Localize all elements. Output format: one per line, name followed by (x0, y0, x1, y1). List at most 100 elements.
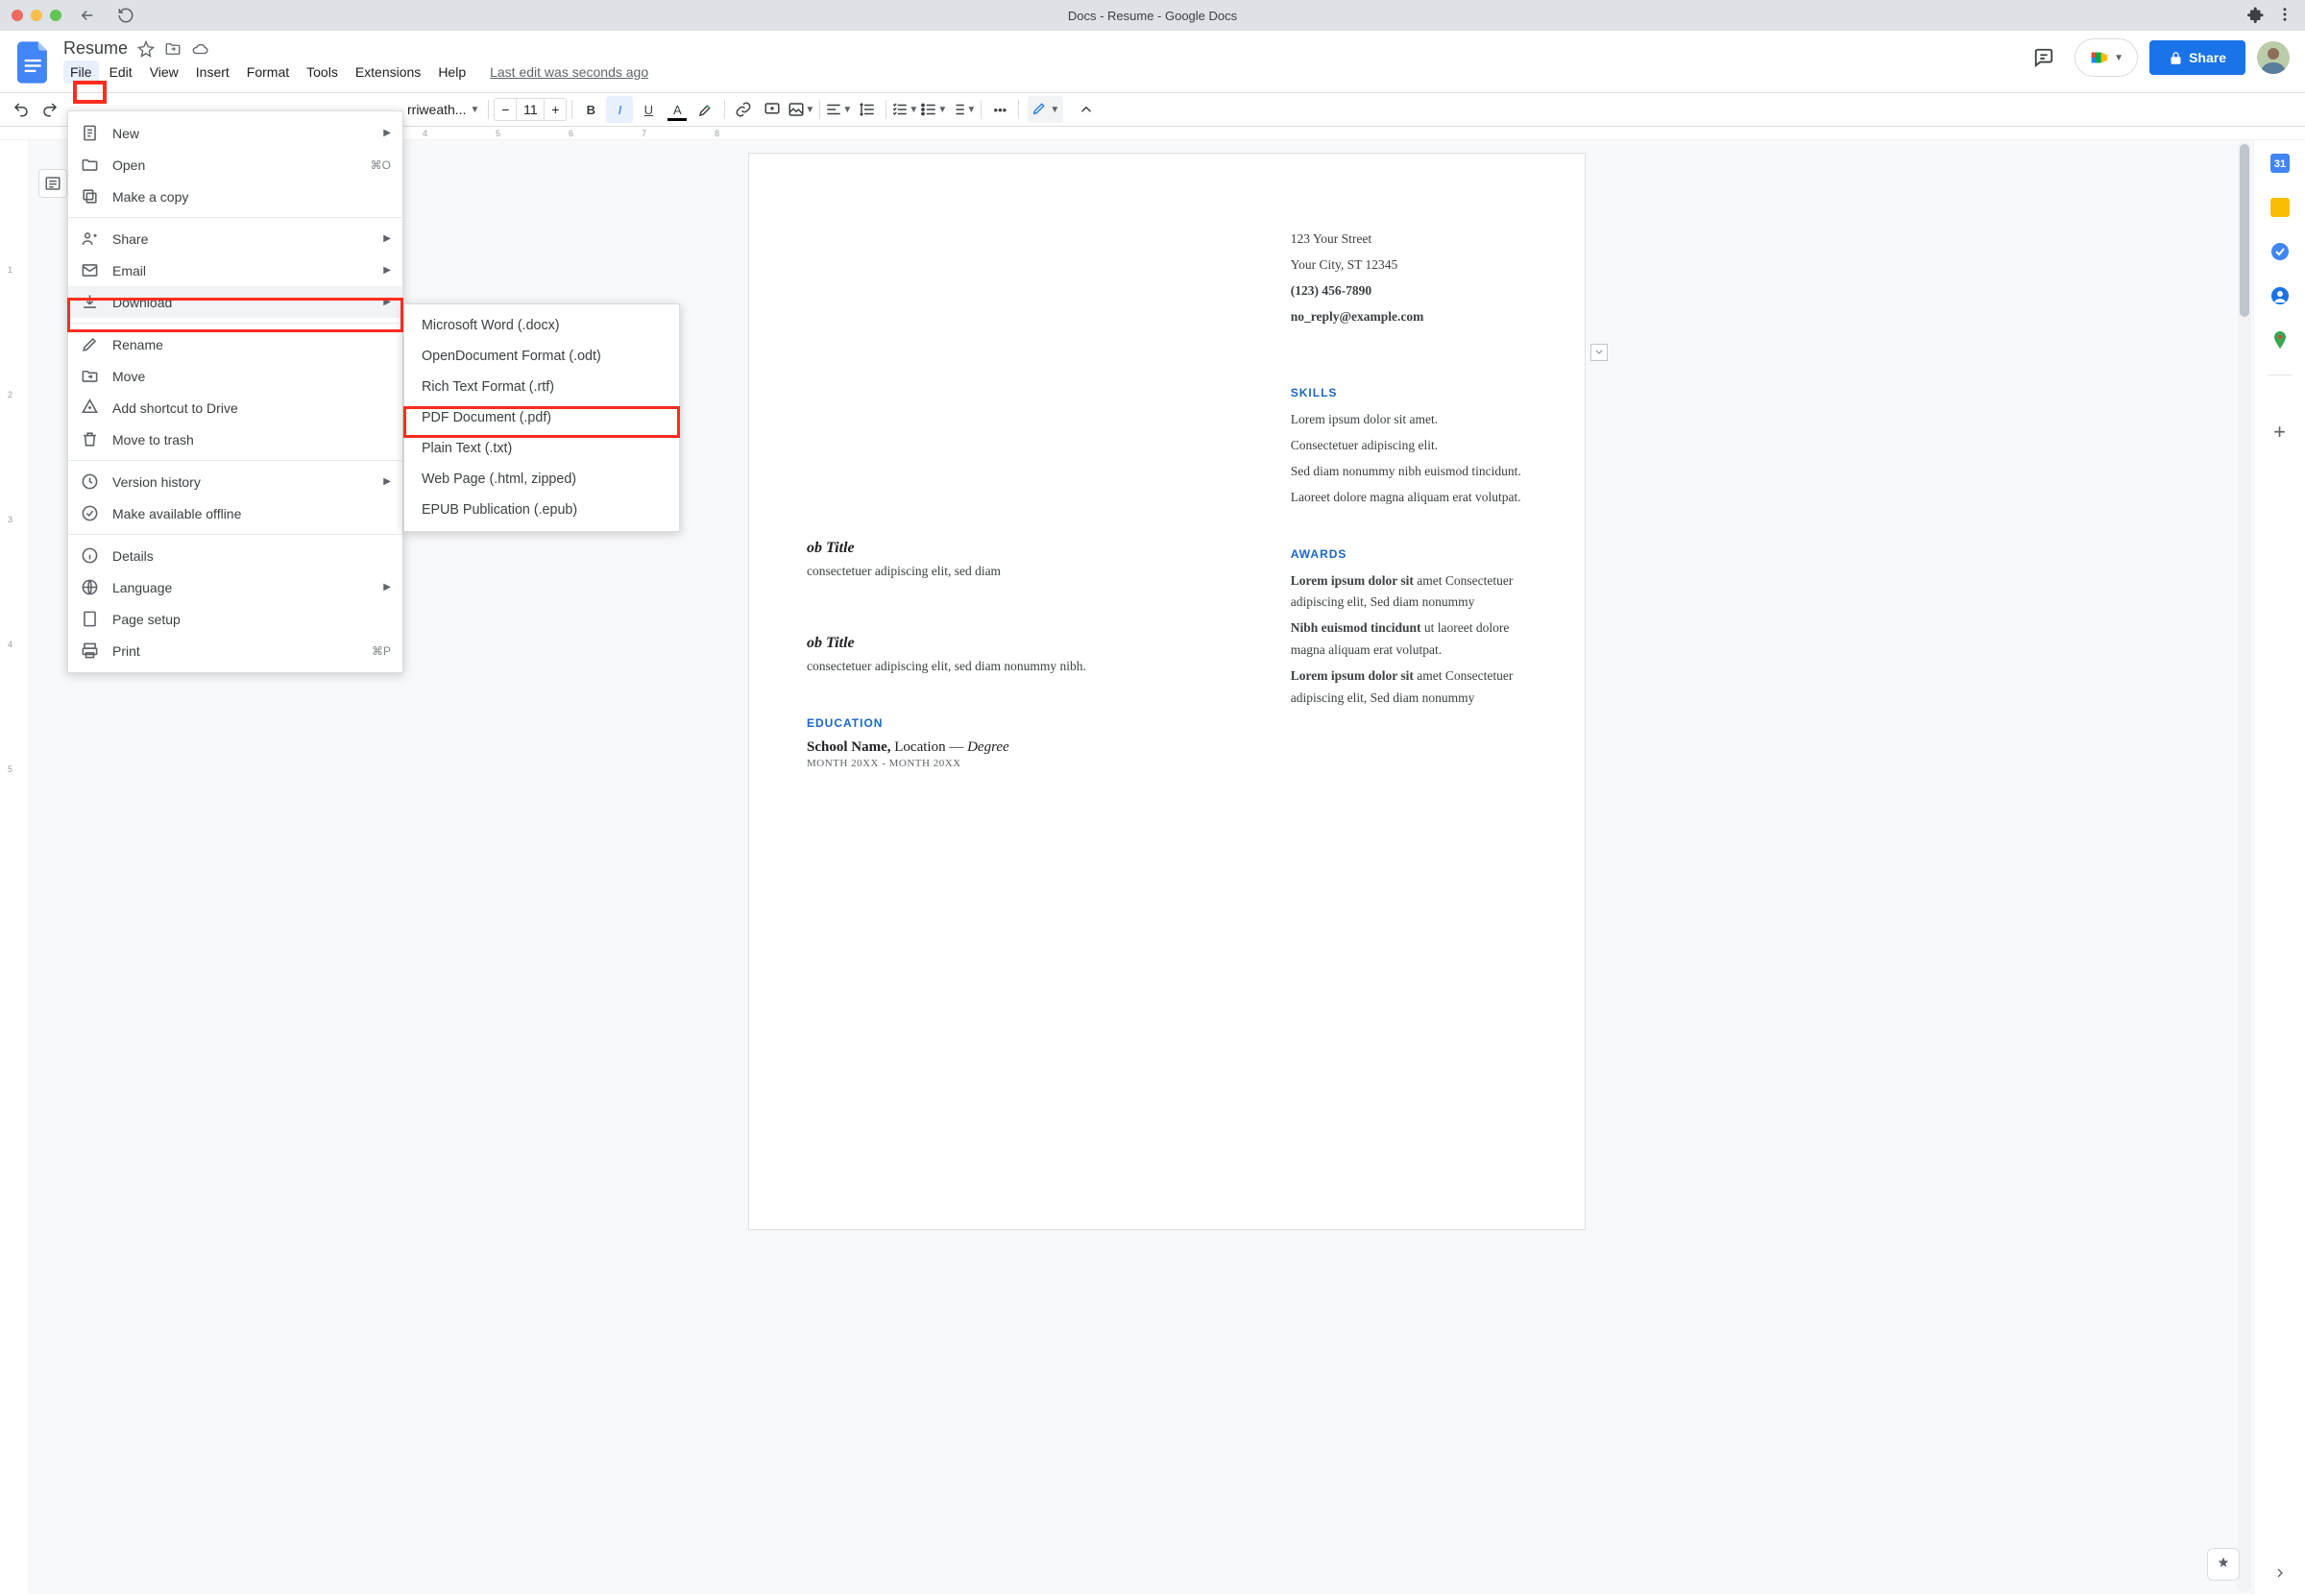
move-folder-icon[interactable] (164, 40, 182, 58)
font-size-increase[interactable]: + (545, 102, 566, 117)
share-person-icon (80, 230, 99, 248)
download-epub[interactable]: EPUB Publication (.epub) (404, 495, 679, 525)
file-menu-print[interactable]: Print⌘P (68, 635, 402, 666)
browser-back-button[interactable] (75, 3, 100, 28)
file-menu-offline[interactable]: Make available offline (68, 497, 402, 529)
email-icon (80, 261, 99, 279)
file-menu-trash[interactable]: Move to trash (68, 423, 402, 455)
document-icon (80, 124, 99, 142)
contact-email: no_reply@example.com (1291, 306, 1527, 328)
file-menu-page-setup[interactable]: Page setup (68, 603, 402, 635)
download-html[interactable]: Web Page (.html, zipped) (404, 464, 679, 495)
chevron-down-icon: ▼ (2114, 53, 2123, 63)
contacts-icon[interactable] (2270, 286, 2290, 305)
download-txt[interactable]: Plain Text (.txt) (404, 433, 679, 464)
collapse-toolbar-button[interactable] (1073, 96, 1100, 123)
text-color-button[interactable]: A (664, 96, 691, 123)
hide-side-panel-button[interactable] (2270, 1563, 2290, 1583)
browser-reload-button[interactable] (113, 3, 138, 28)
file-menu-open[interactable]: Open⌘O (68, 149, 402, 181)
file-menu-version-history[interactable]: Version history▶ (68, 466, 402, 497)
redo-button[interactable] (36, 96, 63, 123)
file-menu-share[interactable]: Share▶ (68, 223, 402, 254)
file-menu-new[interactable]: New▶ (68, 117, 402, 149)
highlight-button[interactable] (692, 96, 719, 123)
font-size-control: − 11 + (494, 98, 567, 121)
menubar: File Edit View Insert Format Tools Exten… (63, 60, 2013, 84)
line-spacing-button[interactable] (854, 96, 881, 123)
document-page[interactable]: ob Title consectetuer adipiscing elit, s… (749, 154, 1585, 1229)
undo-button[interactable] (8, 96, 35, 123)
job-title-text: ob Title (807, 635, 1237, 652)
explore-button[interactable] (2207, 1548, 2240, 1581)
numbered-list-button[interactable]: ▼ (949, 96, 976, 123)
menu-tools[interactable]: Tools (300, 60, 345, 84)
tab-stop-control[interactable] (1590, 344, 1608, 361)
print-icon (80, 641, 99, 660)
file-menu-email[interactable]: Email▶ (68, 254, 402, 286)
calendar-icon[interactable]: 31 (2270, 154, 2290, 173)
education-line: School Name, Location — Degree (807, 739, 1237, 756)
add-on-button[interactable]: + (2273, 420, 2286, 445)
scrollbar[interactable] (2238, 142, 2251, 1592)
contact-address: 123 Your Street (1291, 229, 1527, 251)
font-size-decrease[interactable]: − (495, 102, 516, 117)
last-edit-link[interactable]: Last edit was seconds ago (490, 64, 648, 80)
ruler-mark: 4 (423, 129, 496, 138)
menu-insert[interactable]: Insert (189, 60, 236, 84)
share-button[interactable]: Share (2149, 40, 2245, 75)
insert-link-button[interactable] (730, 96, 757, 123)
file-menu-add-shortcut[interactable]: Add shortcut to Drive (68, 392, 402, 423)
star-icon[interactable] (137, 40, 155, 58)
download-docx[interactable]: Microsoft Word (.docx) (404, 310, 679, 341)
menu-format[interactable]: Format (240, 60, 296, 84)
maps-icon[interactable] (2270, 330, 2290, 350)
menu-file[interactable]: File (63, 60, 99, 84)
menu-help[interactable]: Help (431, 60, 473, 84)
menu-edit[interactable]: Edit (103, 60, 139, 84)
underline-button[interactable]: U (635, 96, 662, 123)
meet-button[interactable]: ▼ (2074, 38, 2138, 77)
italic-button[interactable]: I (606, 96, 633, 123)
align-button[interactable]: ▼ (825, 96, 852, 123)
font-size-value[interactable]: 11 (516, 99, 545, 120)
minimize-window-button[interactable] (31, 10, 42, 21)
download-pdf[interactable]: PDF Document (.pdf) (404, 402, 679, 433)
document-title[interactable]: Resume (63, 38, 128, 59)
extensions-icon[interactable] (2247, 6, 2265, 26)
menu-view[interactable]: View (143, 60, 185, 84)
account-avatar[interactable] (2257, 41, 2290, 74)
file-menu-language[interactable]: Language▶ (68, 571, 402, 603)
download-odt[interactable]: OpenDocument Format (.odt) (404, 341, 679, 372)
file-menu-move[interactable]: Move (68, 360, 402, 392)
more-options-button[interactable]: ••• (986, 96, 1013, 123)
job-title-text: ob Title (807, 540, 1237, 557)
file-menu-make-copy[interactable]: Make a copy (68, 181, 402, 212)
offline-icon (80, 504, 99, 522)
tasks-icon[interactable] (2270, 242, 2290, 261)
file-menu-download[interactable]: Download▶ (68, 286, 402, 318)
vertical-ruler[interactable]: 1 2 3 4 5 (0, 140, 29, 1594)
docs-logo-icon[interactable] (15, 38, 52, 86)
download-rtf[interactable]: Rich Text Format (.rtf) (404, 372, 679, 402)
font-family-selector[interactable]: rriweath...▼ (403, 97, 483, 122)
maximize-window-button[interactable] (50, 10, 61, 21)
file-menu-details[interactable]: Details (68, 540, 402, 571)
browser-menu-icon[interactable] (2276, 6, 2293, 26)
file-menu-rename[interactable]: Rename (68, 328, 402, 360)
insert-image-button[interactable]: ▼ (788, 96, 814, 123)
close-window-button[interactable] (12, 10, 23, 21)
insert-comment-button[interactable] (759, 96, 786, 123)
menu-extensions[interactable]: Extensions (349, 60, 427, 84)
scrollbar-thumb[interactable] (2240, 144, 2249, 317)
comments-icon[interactable] (2025, 38, 2063, 77)
cloud-status-icon[interactable] (191, 40, 208, 58)
checklist-button[interactable]: ▼ (891, 96, 918, 123)
bulleted-list-button[interactable]: ▼ (920, 96, 947, 123)
body-text: consectetuer adipiscing elit, sed diam (807, 561, 1237, 583)
show-outline-button[interactable] (38, 169, 67, 198)
editing-mode-button[interactable]: ▼ (1028, 96, 1063, 123)
pencil-icon (1031, 101, 1047, 119)
keep-icon[interactable] (2270, 198, 2290, 217)
bold-button[interactable]: B (577, 96, 604, 123)
